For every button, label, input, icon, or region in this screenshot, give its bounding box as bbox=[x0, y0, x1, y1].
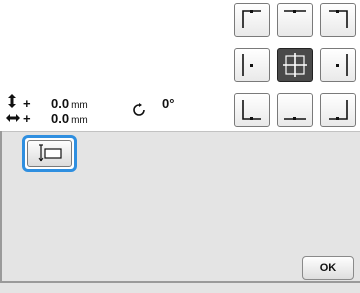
rotate-icon bbox=[132, 103, 146, 117]
top-center-align-icon bbox=[284, 10, 306, 13]
top-left-align-icon bbox=[242, 10, 261, 28]
horizontal-move-icon bbox=[6, 113, 20, 123]
middle-left-align-icon bbox=[242, 54, 253, 76]
bottom-center-align-button[interactable] bbox=[277, 93, 313, 127]
vertical-offset-row: + 0.0 mm bbox=[6, 94, 88, 111]
horizontal-value: 0.0 bbox=[51, 111, 70, 126]
panel-bottom-border bbox=[0, 281, 360, 283]
top-right-align-icon bbox=[329, 10, 348, 28]
horizontal-offset-row: + 0.0 mm bbox=[6, 111, 88, 126]
bottom-right-align-icon bbox=[329, 100, 348, 120]
vertical-sign: + bbox=[23, 96, 31, 111]
vertical-move-icon bbox=[6, 94, 20, 108]
middle-right-align-icon bbox=[336, 54, 348, 76]
middle-left-align-button[interactable] bbox=[234, 48, 270, 82]
top-left-align-button[interactable] bbox=[234, 3, 270, 37]
ok-button[interactable]: OK bbox=[302, 256, 354, 280]
horizontal-sign: + bbox=[23, 111, 31, 126]
center-align-icon bbox=[283, 53, 307, 77]
vertical-unit: mm bbox=[71, 100, 88, 111]
embroidery-layout-screen: + 0.0 mm + 0.0 mm 0° OK bbox=[0, 0, 360, 293]
rotation-value: 0° bbox=[162, 96, 175, 111]
horizontal-unit: mm bbox=[71, 115, 88, 126]
bottom-left-align-button[interactable] bbox=[234, 93, 270, 127]
preview-area bbox=[0, 0, 226, 87]
basting-button[interactable] bbox=[27, 140, 72, 167]
center-align-button[interactable] bbox=[277, 48, 313, 82]
top-center-align-button[interactable] bbox=[277, 3, 313, 37]
position-grid bbox=[226, 0, 360, 131]
bottom-right-align-button[interactable] bbox=[320, 93, 356, 127]
panel-left-border bbox=[0, 131, 2, 281]
middle-right-align-button[interactable] bbox=[320, 48, 356, 82]
position-readout: + 0.0 mm + 0.0 mm bbox=[0, 86, 226, 131]
top-right-align-button[interactable] bbox=[320, 3, 356, 37]
bottom-center-align-icon bbox=[284, 117, 306, 120]
basting-icon bbox=[38, 144, 62, 162]
bottom-left-align-icon bbox=[242, 100, 261, 120]
vertical-value: 0.0 bbox=[51, 96, 70, 111]
